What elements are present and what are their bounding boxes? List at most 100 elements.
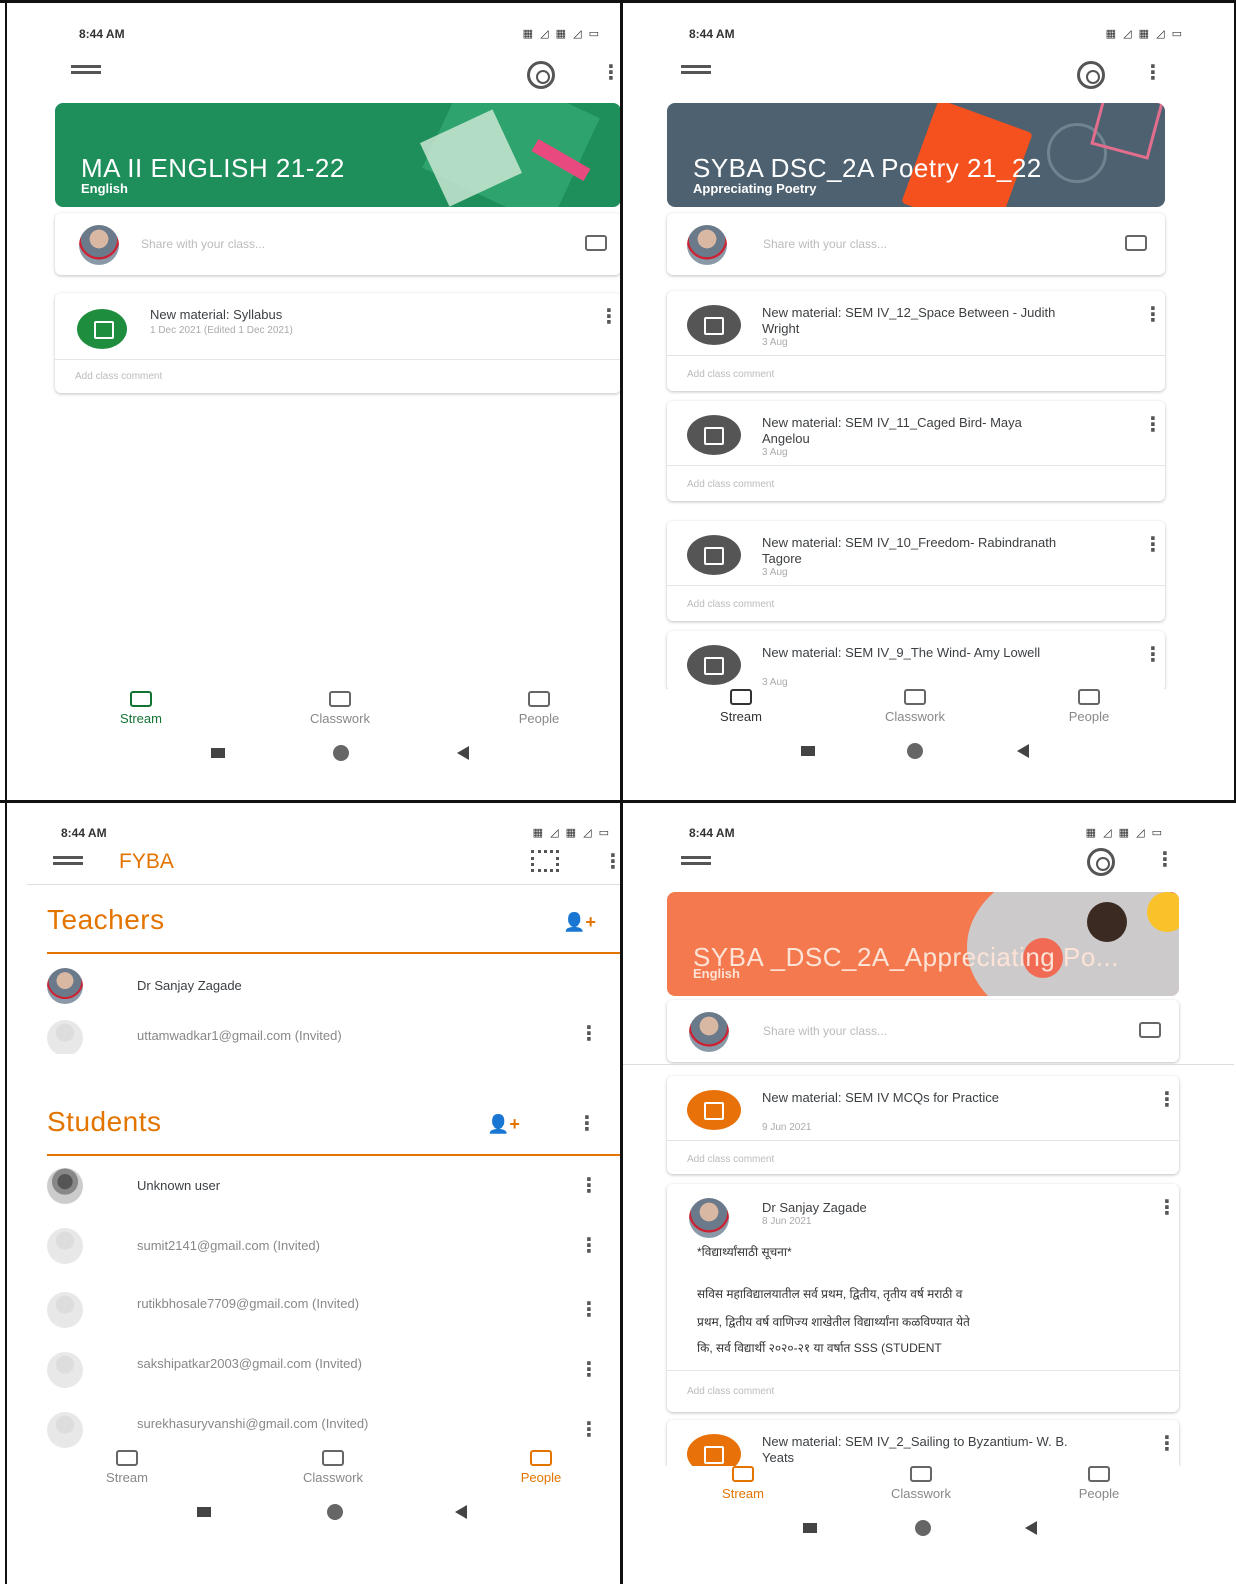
tab-stream[interactable]: Stream: [91, 691, 191, 726]
tab-people[interactable]: People: [1039, 689, 1139, 724]
students-more-icon[interactable]: ⋮: [577, 1114, 597, 1134]
repost-icon[interactable]: [1125, 235, 1147, 251]
post-card[interactable]: New material: SEM IV_10_Freedom- Rabindr…: [667, 521, 1165, 621]
home-button[interactable]: [333, 745, 349, 761]
student-more-icon[interactable]: ⋮: [579, 1300, 599, 1320]
class-banner[interactable]: SYBA DSC_2A Poetry 21_22 Appreciating Po…: [667, 103, 1165, 207]
settings-icon[interactable]: [527, 61, 555, 89]
back-button[interactable]: [455, 1505, 467, 1519]
class-banner[interactable]: MA II ENGLISH 21-22 English: [55, 103, 621, 207]
student-more-icon[interactable]: ⋮: [579, 1420, 599, 1440]
home-button[interactable]: [327, 1504, 343, 1520]
menu-icon[interactable]: [681, 65, 711, 79]
announcement-card[interactable]: Dr Sanjay Zagade 8 Jun 2021 ⋮ *विद्यार्थ…: [667, 1184, 1179, 1412]
share-placeholder: Share with your class...: [141, 237, 266, 251]
home-button[interactable]: [915, 1520, 931, 1536]
post-card[interactable]: New material: SEM IV_12_Space Between - …: [667, 291, 1165, 391]
add-comment[interactable]: Add class comment: [687, 479, 774, 490]
people-icon: [530, 1450, 552, 1466]
share-box[interactable]: Share with your class...: [55, 213, 621, 275]
add-comment[interactable]: Add class comment: [75, 371, 162, 382]
teacher-more-icon[interactable]: ⋮: [579, 1024, 599, 1044]
tab-classwork[interactable]: Classwork: [290, 691, 390, 726]
class-banner[interactable]: SYBA _DSC_2A_Appreciating Po... English: [667, 892, 1179, 996]
post-more-icon[interactable]: ⋮: [1143, 305, 1163, 325]
menu-icon[interactable]: [71, 65, 101, 79]
recents-button[interactable]: [803, 1523, 817, 1533]
tab-people[interactable]: People: [489, 691, 589, 726]
avatar: [47, 1292, 83, 1328]
post-date: 1 Dec 2021 (Edited 1 Dec 2021): [150, 325, 293, 336]
recents-button[interactable]: [197, 1507, 211, 1517]
add-comment[interactable]: Add class comment: [687, 369, 774, 380]
share-box[interactable]: Share with your class...: [667, 1000, 1179, 1062]
grid-border: [5, 0, 7, 1584]
post-card[interactable]: New material: SEM IV_2_Sailing to Byzant…: [667, 1420, 1179, 1470]
back-button[interactable]: [1025, 1521, 1037, 1535]
student-row[interactable]: sumit2141@gmail.com (Invited) ⋮: [47, 1224, 621, 1274]
post-card[interactable]: New material: Syllabus 1 Dec 2021 (Edite…: [55, 293, 621, 393]
student-more-icon[interactable]: ⋮: [579, 1360, 599, 1380]
material-icon: [687, 1434, 741, 1470]
status-icons: ▦ ◿ ▦ ◿ ▭: [522, 28, 601, 40]
tab-stream[interactable]: Stream: [77, 1450, 177, 1485]
status-time: 8:44 AM: [689, 826, 735, 840]
teacher-row[interactable]: uttamwadkar1@gmail.com (Invited) ⋮: [47, 1020, 621, 1054]
classwork-icon: [329, 691, 351, 707]
more-options-icon[interactable]: ⋮: [1143, 63, 1163, 83]
post-card[interactable]: New material: SEM IV_9_The Wind- Amy Low…: [667, 631, 1165, 691]
back-button[interactable]: [457, 746, 469, 760]
recents-button[interactable]: [211, 748, 225, 758]
teacher-row[interactable]: Dr Sanjay Zagade: [47, 964, 621, 1014]
share-box[interactable]: Share with your class...: [667, 213, 1165, 275]
more-options-icon[interactable]: ⋮: [1155, 850, 1175, 870]
post-more-icon[interactable]: ⋮: [599, 307, 619, 327]
tab-stream[interactable]: Stream: [693, 1466, 793, 1501]
post-author: Dr Sanjay Zagade: [762, 1200, 867, 1215]
avatar: [47, 968, 83, 1004]
student-row[interactable]: Unknown user ⋮: [47, 1164, 621, 1214]
add-comment[interactable]: Add class comment: [687, 1386, 774, 1397]
repost-icon[interactable]: [1139, 1022, 1161, 1038]
student-row[interactable]: sakshipatkar2003@gmail.com (Invited) ⋮: [47, 1348, 621, 1398]
tab-people[interactable]: People: [491, 1450, 591, 1485]
tab-classwork[interactable]: Classwork: [871, 1466, 971, 1501]
tab-classwork[interactable]: Classwork: [283, 1450, 383, 1485]
back-button[interactable]: [1017, 744, 1029, 758]
student-more-icon[interactable]: ⋮: [579, 1176, 599, 1196]
post-more-icon[interactable]: ⋮: [1157, 1090, 1177, 1110]
add-student-icon[interactable]: 👤+: [487, 1114, 520, 1135]
post-more-icon[interactable]: ⋮: [1157, 1434, 1177, 1454]
post-more-icon[interactable]: ⋮: [1143, 645, 1163, 665]
add-comment[interactable]: Add class comment: [687, 599, 774, 610]
post-card[interactable]: New material: SEM IV MCQs for Practice 9…: [667, 1076, 1179, 1174]
grid-divider: [0, 800, 1236, 803]
panel-fyba-people: 8:44 AM ▦ ◿ ▦ ◿ ▭ FYBA ⋮ Teachers 👤+ Dr …: [7, 802, 621, 1582]
tab-classwork[interactable]: Classwork: [865, 689, 965, 724]
tab-stream[interactable]: Stream: [691, 689, 791, 724]
home-button[interactable]: [907, 743, 923, 759]
post-more-icon[interactable]: ⋮: [1157, 1198, 1177, 1218]
more-options-icon[interactable]: ⋮: [603, 852, 621, 872]
menu-icon[interactable]: [53, 856, 83, 870]
add-comment[interactable]: Add class comment: [687, 1154, 774, 1165]
bottom-tabs: Stream Classwork People: [7, 1450, 621, 1500]
status-bar: 8:44 AM ▦ ◿ ▦ ◿ ▭: [7, 27, 621, 47]
avatar: [47, 1020, 83, 1054]
grid-view-icon[interactable]: [531, 850, 559, 872]
settings-icon[interactable]: [1077, 61, 1105, 89]
tab-people[interactable]: People: [1049, 1466, 1149, 1501]
post-card[interactable]: New material: SEM IV_11_Caged Bird- Maya…: [667, 401, 1165, 501]
repost-icon[interactable]: [585, 235, 607, 251]
settings-icon[interactable]: [1087, 848, 1115, 876]
add-teacher-icon[interactable]: 👤+: [563, 912, 596, 933]
post-more-icon[interactable]: ⋮: [1143, 535, 1163, 555]
stream-icon: [130, 691, 152, 707]
student-row[interactable]: rutikbhosale7709@gmail.com (Invited) ⋮: [47, 1288, 621, 1338]
recents-button[interactable]: [801, 746, 815, 756]
student-more-icon[interactable]: ⋮: [579, 1236, 599, 1256]
menu-icon[interactable]: [681, 856, 711, 870]
stream-icon: [116, 1450, 138, 1466]
post-more-icon[interactable]: ⋮: [1143, 415, 1163, 435]
more-options-icon[interactable]: ⋮: [601, 63, 621, 83]
